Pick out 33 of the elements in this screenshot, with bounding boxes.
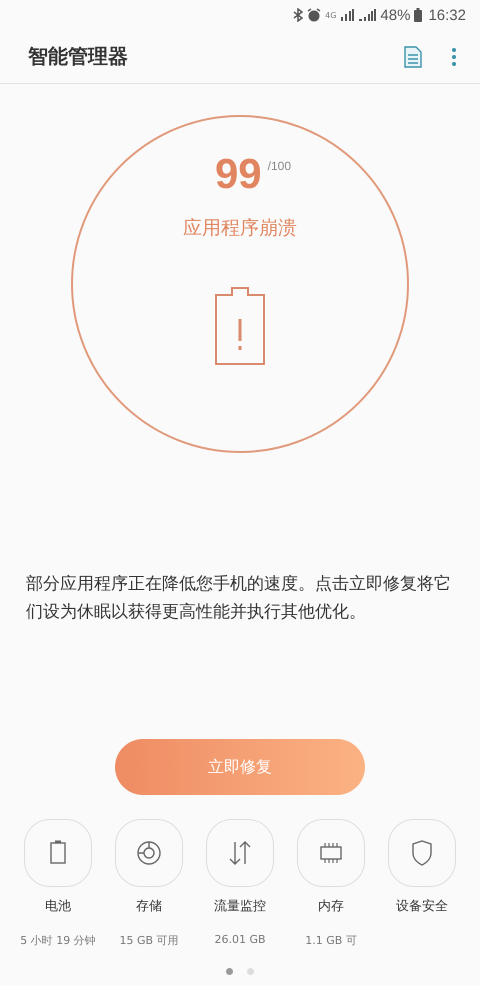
tool-button[interactable] — [115, 819, 183, 887]
description-text: 部分应用程序正在降低您手机的速度。点击立即修复将它们设为休眠以获得更高性能并执行其他优化。 — [26, 573, 452, 624]
tool-detail: 15 GB 可用 — [119, 933, 179, 948]
tool-detail: 26.01 GB — [214, 933, 266, 946]
tool-label: 流量监控 — [214, 898, 266, 915]
tool-detail: 1.1 GB 可 — [305, 933, 357, 948]
signal-icon — [358, 9, 376, 21]
score-max: /100 — [268, 159, 292, 173]
tool-button[interactable] — [297, 819, 365, 887]
score-value: 99 — [214, 153, 262, 195]
signal-icon — [340, 9, 354, 21]
tool-label: 电池 — [45, 898, 71, 915]
disc-icon — [135, 839, 163, 867]
network-type: 4G — [325, 10, 336, 20]
page-title: 智能管理器 — [28, 43, 128, 70]
battery-icon — [414, 8, 422, 22]
battery-warning-icon — [214, 287, 266, 365]
status-text: 应用程序崩溃 — [183, 216, 297, 241]
tool-label: 存储 — [136, 898, 162, 915]
more-button[interactable] — [450, 46, 458, 68]
fix-now-button[interactable]: 立即修复 — [115, 739, 365, 795]
battery-percent: 48% — [380, 6, 410, 24]
tool-label: 设备安全 — [396, 898, 448, 915]
alarm-icon — [307, 8, 322, 22]
tool-detail: 5 小时 19 分钟 — [20, 933, 96, 948]
clock: 16:32 — [428, 6, 466, 24]
page-dot[interactable] — [247, 968, 254, 975]
page-dot[interactable] — [226, 968, 233, 975]
report-button[interactable] — [402, 44, 424, 70]
document-icon — [404, 46, 422, 68]
more-icon — [452, 48, 456, 66]
tool-label: 内存 — [318, 898, 344, 915]
bluetooth-icon — [293, 8, 304, 22]
